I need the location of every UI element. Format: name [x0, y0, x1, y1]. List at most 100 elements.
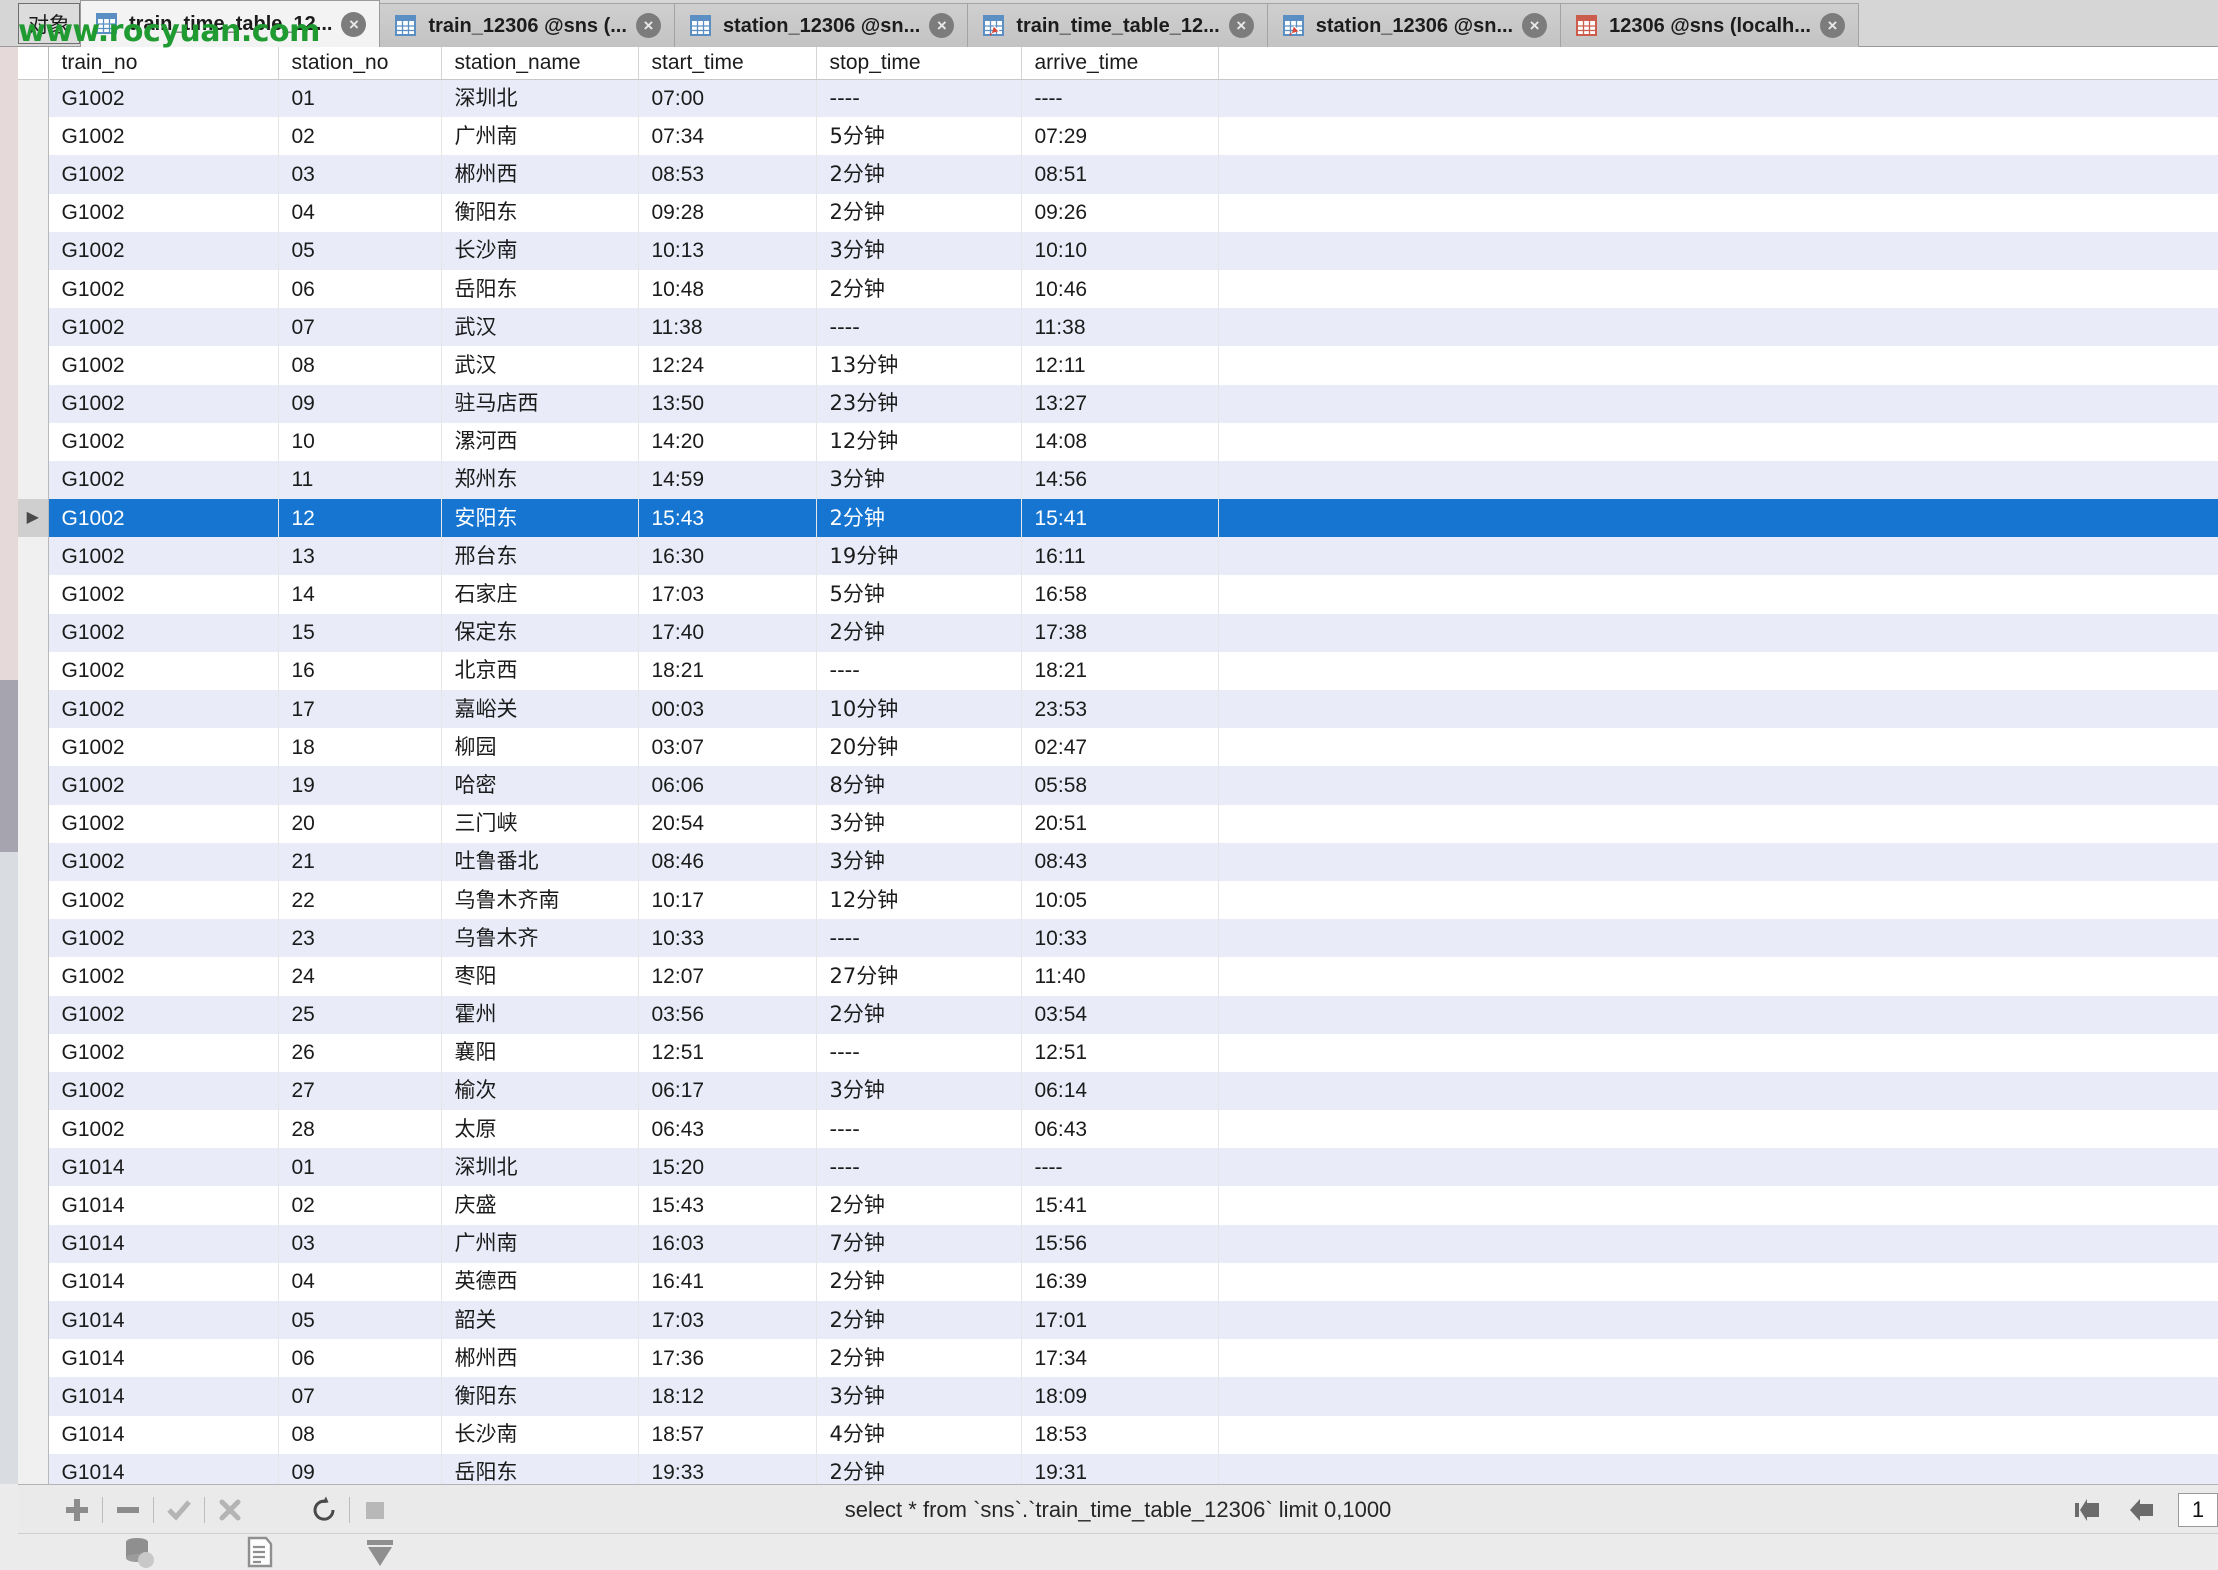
cell-station_name[interactable]: 嘉峪关	[441, 690, 639, 729]
cell-start_time[interactable]: 07:34	[638, 117, 817, 156]
cell-station_no[interactable]: 07	[278, 1377, 442, 1416]
cell-station_no[interactable]: 04	[278, 193, 442, 232]
cell-station_name[interactable]: 岳阳东	[441, 269, 639, 309]
cell-station_no[interactable]: 24	[278, 957, 442, 996]
table-row[interactable]: G1002 10 漯河西 14:20 12分钟 14:08	[18, 422, 2218, 461]
cell-stop_time[interactable]: 3分钟	[816, 804, 1022, 843]
tab-1[interactable]: train_time_table_12... ×	[80, 0, 381, 47]
cell-train_no[interactable]: G1002	[48, 804, 279, 843]
table-row[interactable]: G1002 27 榆次 06:17 3分钟 06:14	[18, 1071, 2218, 1111]
table-row[interactable]: G1002 24 枣阳 12:07 27分钟 11:40	[18, 957, 2218, 996]
cell-train_no[interactable]: G1014	[48, 1262, 279, 1301]
cell-train_no[interactable]: G1002	[48, 117, 279, 156]
table-row[interactable]: G1002 13 邢台东 16:30 19分钟 16:11	[18, 537, 2218, 576]
cell-start_time[interactable]: 00:03	[638, 690, 817, 729]
cell-arrive_time[interactable]: 16:58	[1021, 575, 1219, 614]
cell-train_no[interactable]: G1002	[48, 422, 279, 461]
cell-start_time[interactable]: 14:59	[638, 460, 817, 500]
cell-stop_time[interactable]: 2分钟	[816, 499, 1022, 538]
cell-station_name[interactable]: 岳阳东	[441, 1453, 639, 1484]
table-row[interactable]: G1014 03 广州南 16:03 7分钟 15:56	[18, 1224, 2218, 1263]
cell-arrive_time[interactable]: 18:09	[1021, 1377, 1219, 1416]
cell-start_time[interactable]: 17:03	[638, 1301, 817, 1340]
cell-arrive_time[interactable]: 18:53	[1021, 1415, 1219, 1454]
scrollbar-track-upper[interactable]	[0, 0, 18, 680]
table-row[interactable]: G1002 04 衡阳东 09:28 2分钟 09:26	[18, 193, 2218, 232]
table-row[interactable]: G1002 02 广州南 07:34 5分钟 07:29	[18, 117, 2218, 156]
result-grid-container[interactable]: train_no station_no station_name start_time…	[18, 47, 2218, 1484]
table-row[interactable]: G1014 05 韶关 17:03 2分钟 17:01	[18, 1301, 2218, 1340]
cell-arrive_time[interactable]: 17:38	[1021, 613, 1219, 652]
table-row[interactable]: G1002 01 深圳北 07:00 ---- ----	[18, 79, 2218, 118]
table-row[interactable]: G1002 23 乌鲁木齐 10:33 ---- 10:33	[18, 919, 2218, 958]
cell-stop_time[interactable]: ----	[816, 1110, 1022, 1149]
cell-station_no[interactable]: 09	[278, 384, 442, 423]
cell-station_name[interactable]: 郴州西	[441, 1339, 639, 1378]
cell-arrive_time[interactable]: 06:14	[1021, 1071, 1219, 1111]
table-row[interactable]: G1002 26 襄阳 12:51 ---- 12:51	[18, 1033, 2218, 1072]
cell-stop_time[interactable]: 4分钟	[816, 1415, 1022, 1454]
cell-train_no[interactable]: G1002	[48, 460, 279, 500]
cell-arrive_time[interactable]: 07:29	[1021, 117, 1219, 156]
cell-stop_time[interactable]: 2分钟	[816, 613, 1022, 652]
cell-arrive_time[interactable]: 15:41	[1021, 499, 1219, 538]
row-selector[interactable]	[18, 269, 49, 309]
cell-train_no[interactable]: G1014	[48, 1415, 279, 1454]
previous-page-button[interactable]	[2124, 1485, 2162, 1535]
cell-start_time[interactable]: 12:51	[638, 1033, 817, 1072]
filter-button[interactable]	[320, 1534, 440, 1570]
table-row[interactable]: G1002 08 武汉 12:24 13分钟 12:11	[18, 346, 2218, 385]
cell-train_no[interactable]: G1014	[48, 1301, 279, 1340]
cell-start_time[interactable]: 10:13	[638, 231, 817, 270]
cell-arrive_time[interactable]: 14:56	[1021, 460, 1219, 500]
cell-arrive_time[interactable]: 13:27	[1021, 384, 1219, 423]
cell-station_name[interactable]: 衡阳东	[441, 193, 639, 232]
cell-start_time[interactable]: 20:54	[638, 804, 817, 843]
cell-stop_time[interactable]: 27分钟	[816, 957, 1022, 996]
cell-arrive_time[interactable]: 20:51	[1021, 804, 1219, 843]
cell-station_name[interactable]: 邢台东	[441, 537, 639, 576]
add-record-button[interactable]	[58, 1485, 96, 1535]
tab-3[interactable]: station_12306 @sn... ×	[674, 3, 969, 47]
cell-train_no[interactable]: G1014	[48, 1339, 279, 1378]
row-selector[interactable]	[18, 1262, 49, 1301]
cell-stop_time[interactable]: 3分钟	[816, 1071, 1022, 1111]
cell-train_no[interactable]: G1002	[48, 1071, 279, 1111]
form-view-button[interactable]	[200, 1534, 320, 1570]
row-selector[interactable]	[18, 537, 49, 576]
cell-station_no[interactable]: 21	[278, 842, 442, 881]
cell-arrive_time[interactable]: 10:33	[1021, 919, 1219, 958]
cell-start_time[interactable]: 14:20	[638, 422, 817, 461]
cell-station_no[interactable]: 16	[278, 651, 442, 690]
cell-arrive_time[interactable]: 08:43	[1021, 842, 1219, 881]
cell-station_name[interactable]: 榆次	[441, 1071, 639, 1111]
row-selector[interactable]	[18, 1415, 49, 1454]
close-icon[interactable]: ×	[1228, 13, 1254, 38]
cell-station_name[interactable]: 石家庄	[441, 575, 639, 614]
close-icon[interactable]: ×	[1819, 13, 1845, 38]
cell-arrive_time[interactable]: 19:31	[1021, 1453, 1219, 1484]
row-selector[interactable]	[18, 1148, 49, 1187]
cell-stop_time[interactable]: ----	[816, 1033, 1022, 1072]
cell-stop_time[interactable]: 2分钟	[816, 995, 1022, 1034]
cell-station_no[interactable]: 25	[278, 995, 442, 1034]
cell-train_no[interactable]: G1002	[48, 651, 279, 690]
cell-arrive_time[interactable]: 15:41	[1021, 1186, 1219, 1225]
table-row[interactable]: G1014 06 郴州西 17:36 2分钟 17:34	[18, 1339, 2218, 1378]
table-row[interactable]: G1002 15 保定东 17:40 2分钟 17:38	[18, 613, 2218, 652]
cell-train_no[interactable]: G1002	[48, 499, 279, 538]
cell-stop_time[interactable]: 3分钟	[816, 231, 1022, 270]
cell-start_time[interactable]: 06:17	[638, 1071, 817, 1111]
cell-start_time[interactable]: 18:57	[638, 1415, 817, 1454]
cell-start_time[interactable]: 08:53	[638, 155, 817, 194]
cell-start_time[interactable]: 08:46	[638, 842, 817, 881]
cell-start_time[interactable]: 17:03	[638, 575, 817, 614]
cell-station_name[interactable]: 三门峡	[441, 804, 639, 843]
cell-arrive_time[interactable]: 17:34	[1021, 1339, 1219, 1378]
cell-arrive_time[interactable]: 12:51	[1021, 1033, 1219, 1072]
cell-stop_time[interactable]: 2分钟	[816, 155, 1022, 194]
cell-arrive_time[interactable]: 03:54	[1021, 995, 1219, 1034]
table-row[interactable]: G1002 22 乌鲁木齐南 10:17 12分钟 10:05	[18, 880, 2218, 920]
row-selector[interactable]	[18, 1224, 49, 1263]
row-selector[interactable]	[18, 1339, 49, 1378]
